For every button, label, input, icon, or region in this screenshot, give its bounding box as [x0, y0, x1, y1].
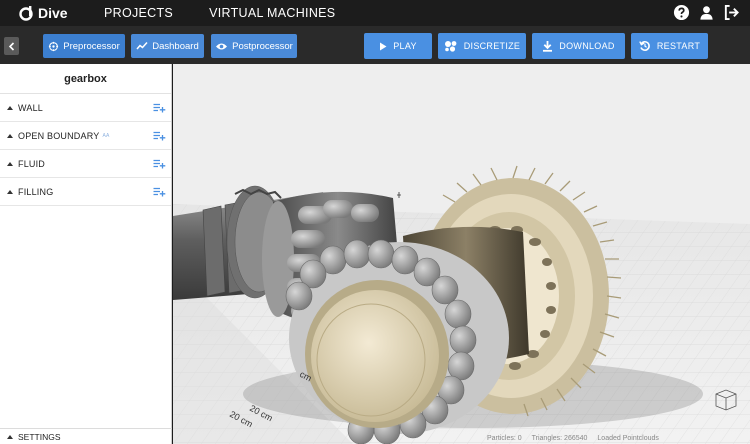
brand[interactable]: Dive [18, 5, 104, 21]
caret-up-icon [7, 189, 13, 194]
play-icon [379, 42, 387, 51]
sidebar-item-label: OPEN BOUNDARY [18, 130, 100, 141]
project-title: gearbox [0, 64, 171, 94]
line-chart-icon [136, 41, 148, 51]
discretize-label: DISCRETIZE [463, 41, 521, 51]
caret-up-icon [7, 161, 13, 166]
status-loaded: Loaded Pointclouds [597, 434, 659, 442]
tab-postprocessor[interactable]: Postprocessor [211, 34, 297, 58]
add-list-icon[interactable] [153, 131, 166, 141]
add-list-icon[interactable] [153, 159, 166, 169]
download-button[interactable]: DOWNLOAD [532, 33, 625, 59]
restart-label: RESTART [656, 41, 701, 51]
top-right-icons [673, 4, 740, 21]
orientation-cube-icon[interactable] [712, 384, 740, 412]
tab-dashboard-label: Dashboard [152, 40, 199, 52]
status-particles: Particles: 0 [487, 434, 522, 442]
play-button[interactable]: PLAY [364, 33, 432, 59]
restart-icon [639, 40, 651, 52]
eye-icon [215, 42, 228, 51]
settings-label: SETTINGS [18, 431, 61, 442]
sidebar: gearbox WALL OPEN BOUNDARY AA FLUID FILL… [0, 64, 172, 444]
toolbar: Preprocessor Dashboard Postprocessor PLA… [0, 26, 750, 64]
nav-projects[interactable]: PROJECTS [104, 6, 173, 20]
status-triangles: Triangles: 266540 [531, 434, 588, 442]
caret-up-icon [7, 133, 13, 138]
sidebar-item-wall[interactable]: WALL [0, 94, 171, 122]
sidebar-item-open-boundary[interactable]: OPEN BOUNDARY AA [0, 122, 171, 150]
sidebar-item-badge: AA [102, 132, 110, 139]
caret-up-icon [7, 105, 13, 110]
sidebar-item-label: WALL [18, 102, 43, 113]
restart-button[interactable]: RESTART [631, 33, 708, 59]
tab-dashboard[interactable]: Dashboard [131, 34, 204, 58]
chevron-left-icon [8, 41, 15, 51]
add-list-icon[interactable] [153, 187, 166, 197]
collapse-sidebar-button[interactable] [4, 37, 19, 55]
logout-icon[interactable] [723, 4, 740, 21]
top-nav: Dive PROJECTS VIRTUAL MACHINES [0, 0, 750, 26]
discretize-button[interactable]: DISCRETIZE [438, 33, 526, 59]
sidebar-item-label: FILLING [18, 186, 54, 197]
tab-preprocessor[interactable]: Preprocessor [43, 34, 125, 58]
user-icon[interactable] [698, 4, 715, 21]
nav-virtual-machines[interactable]: VIRTUAL MACHINES [209, 6, 335, 20]
dive-logo-icon [19, 6, 33, 21]
sidebar-item-filling[interactable]: FILLING [0, 178, 171, 206]
play-label: PLAY [393, 41, 417, 51]
download-label: DOWNLOAD [559, 41, 615, 51]
particles-icon [444, 40, 458, 52]
tab-preprocessor-label: Preprocessor [63, 40, 120, 52]
3d-viewport[interactable]: 20 cm 20 cm cm Particles: 0 Triangles: 2… [173, 64, 750, 444]
preprocessor-icon [48, 41, 59, 52]
app-name: Dive [38, 5, 68, 21]
gearbox-scene: 20 cm 20 cm cm [173, 64, 750, 444]
tab-postprocessor-label: Postprocessor [232, 40, 293, 52]
sidebar-item-fluid[interactable]: FLUID [0, 150, 171, 178]
status-bar: Particles: 0 Triangles: 266540 Loaded Po… [483, 432, 750, 444]
download-icon [542, 40, 553, 52]
settings-section[interactable]: SETTINGS [0, 428, 172, 444]
help-icon[interactable] [673, 4, 690, 21]
app-window: Dive PROJECTS VIRTUAL MACHINES Preproces… [0, 0, 750, 444]
caret-up-icon [7, 434, 13, 439]
sidebar-item-label: FLUID [18, 158, 46, 169]
add-list-icon[interactable] [153, 103, 166, 113]
